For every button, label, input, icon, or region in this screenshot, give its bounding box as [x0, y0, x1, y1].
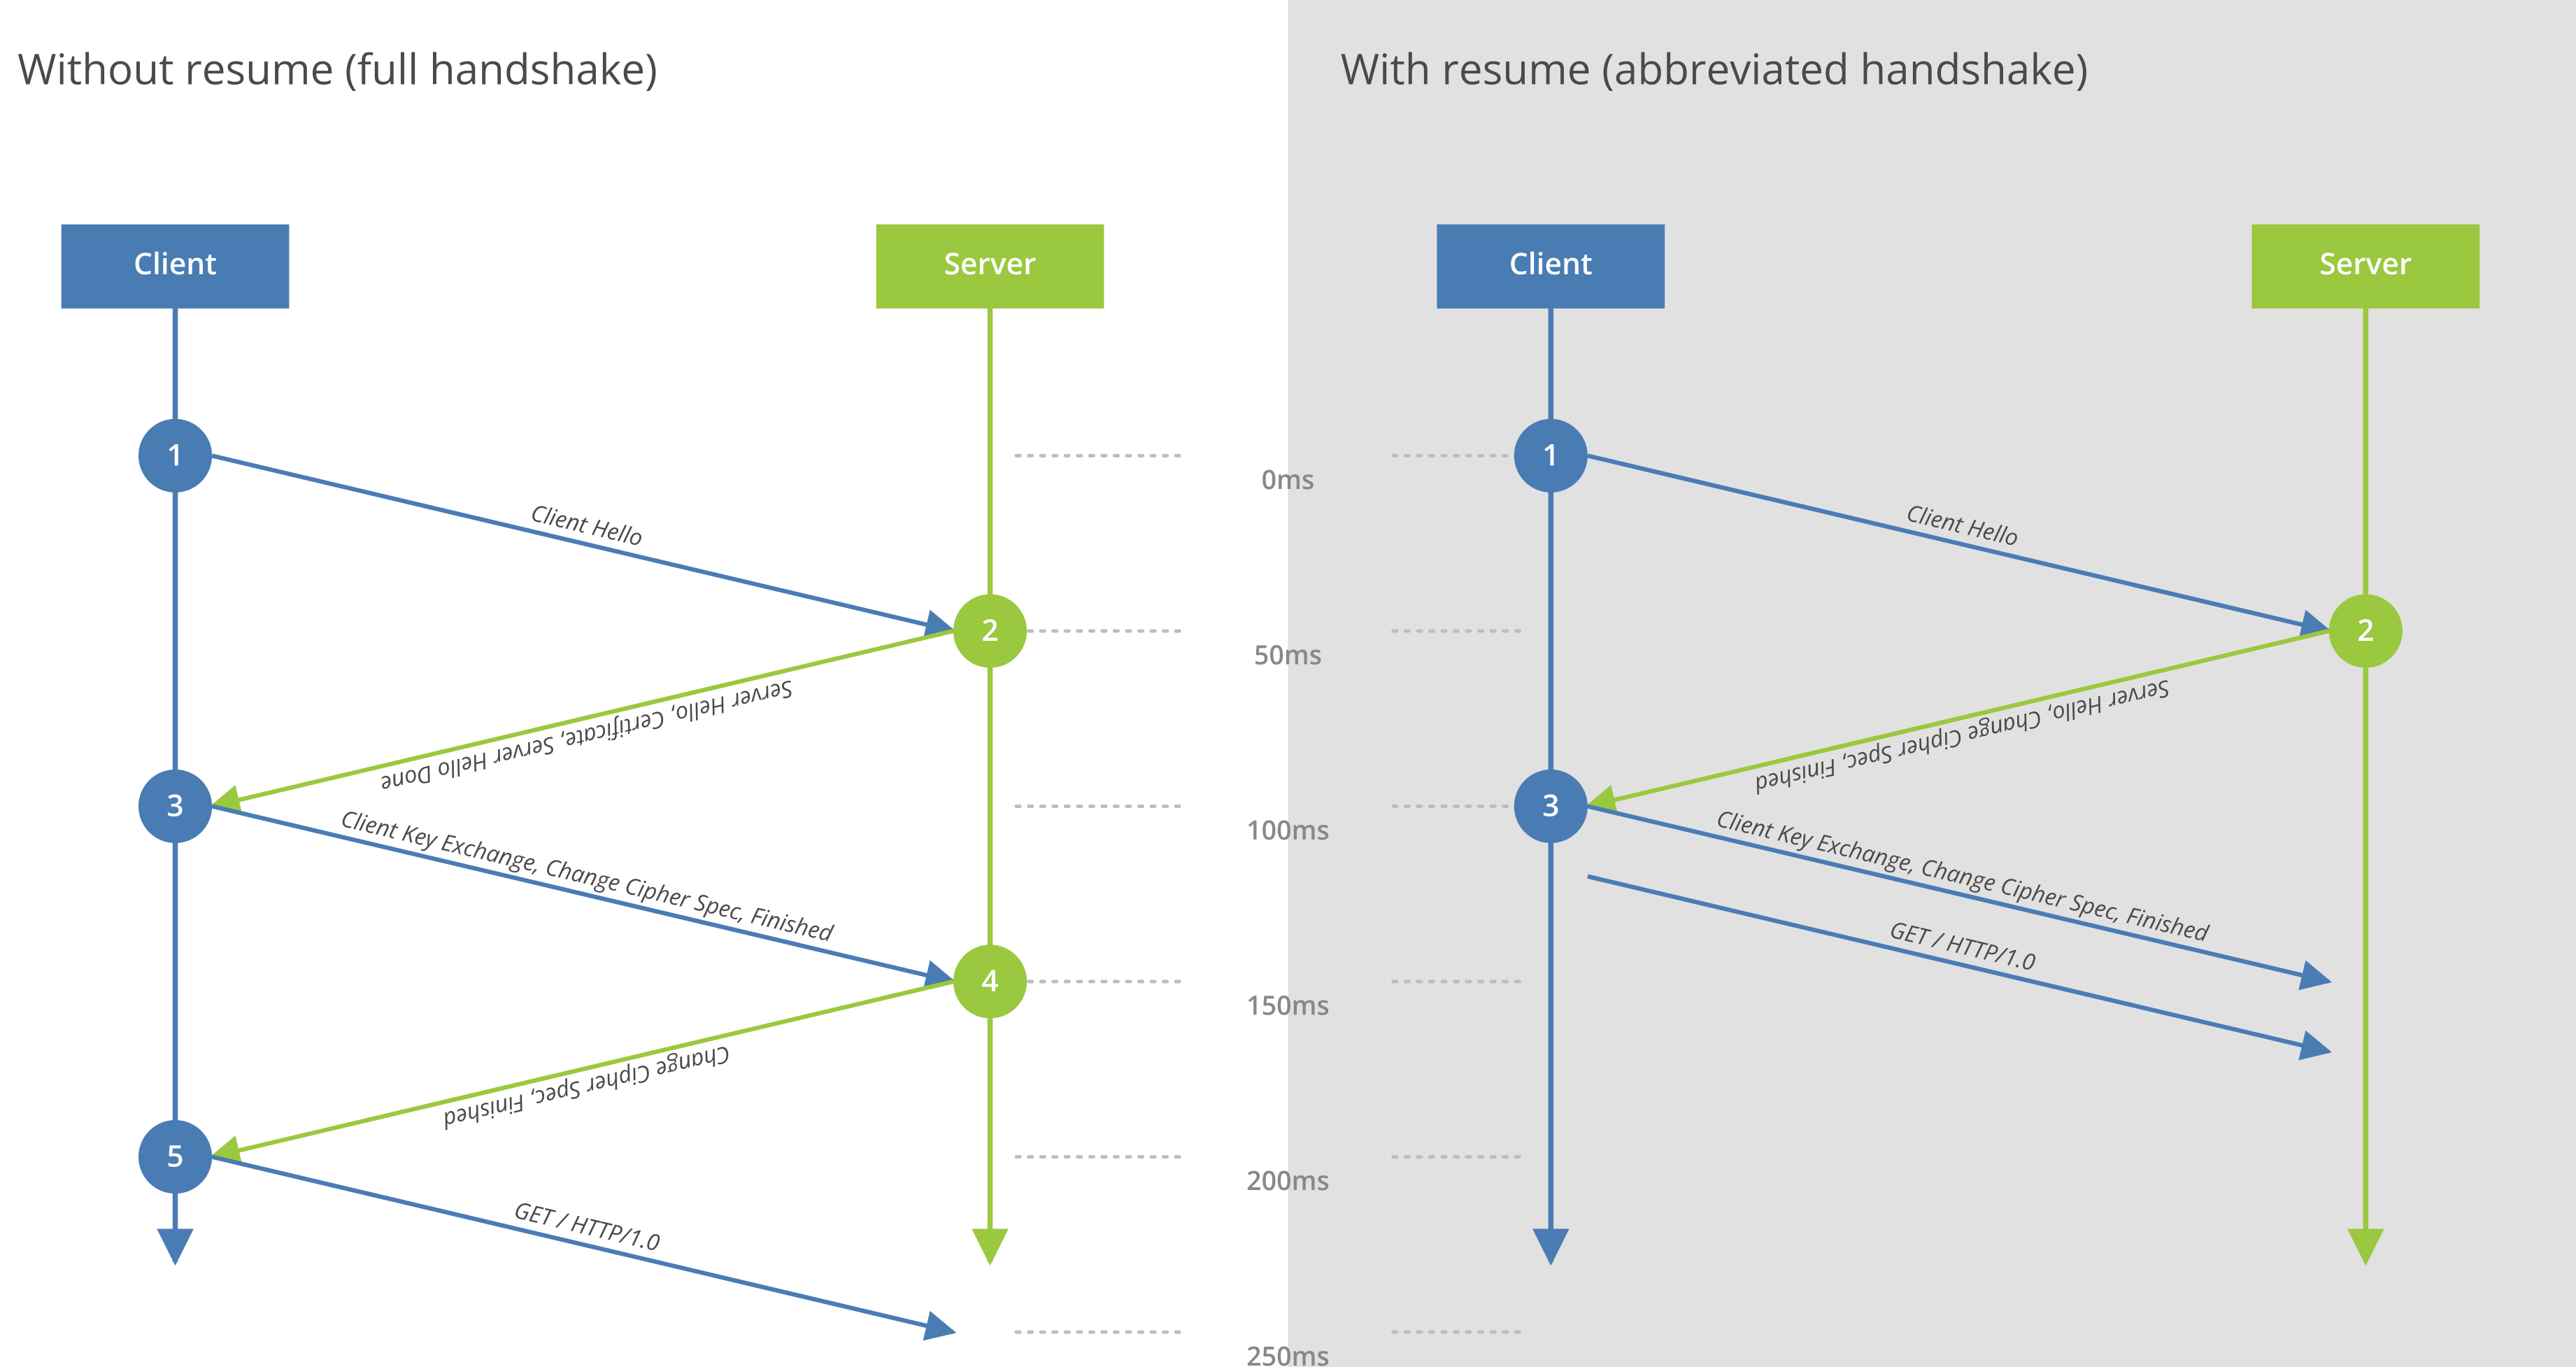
right-panel-bg	[1288, 0, 2576, 1367]
title-right: With resume (abbreviated handshake)	[1341, 39, 2088, 97]
title-left: Without resume (full handshake)	[17, 39, 657, 97]
message-label: Server Hello, Certificate, Server Hello …	[378, 674, 797, 802]
step-number: 4	[981, 960, 998, 1000]
step-number: 3	[1542, 784, 1559, 825]
step-number: 1	[1542, 434, 1559, 474]
message-arrow	[212, 631, 953, 807]
time-label: 250ms	[1246, 1338, 1330, 1367]
client-label: Client	[1509, 243, 1593, 283]
step-number: 1	[166, 434, 183, 474]
message-arrow	[212, 982, 953, 1157]
time-label: 150ms	[1246, 988, 1330, 1024]
message-arrow	[212, 455, 953, 631]
message-arrow	[212, 806, 953, 982]
handshake-diagram: Without resume (full handshake) With resu…	[0, 0, 2576, 1367]
step-number: 2	[981, 609, 998, 650]
step-number: 2	[2357, 609, 2374, 650]
message-arrow	[212, 1157, 953, 1333]
client-label: Client	[134, 243, 217, 283]
time-label: 50ms	[1254, 637, 1322, 673]
message-label: Client Key Exchange, Change Cipher Spec,…	[338, 802, 837, 949]
time-label: 100ms	[1246, 812, 1330, 848]
message-label: Change Cipher Spec, Finished	[439, 1039, 734, 1138]
server-label: Server	[944, 243, 1037, 283]
step-number: 3	[166, 784, 183, 825]
time-label: 200ms	[1246, 1163, 1330, 1198]
step-number: 5	[166, 1135, 183, 1175]
message-label: GET / HTTP/1.0	[511, 1194, 663, 1259]
server-label: Server	[2319, 243, 2412, 283]
time-label: 0ms	[1262, 462, 1315, 497]
